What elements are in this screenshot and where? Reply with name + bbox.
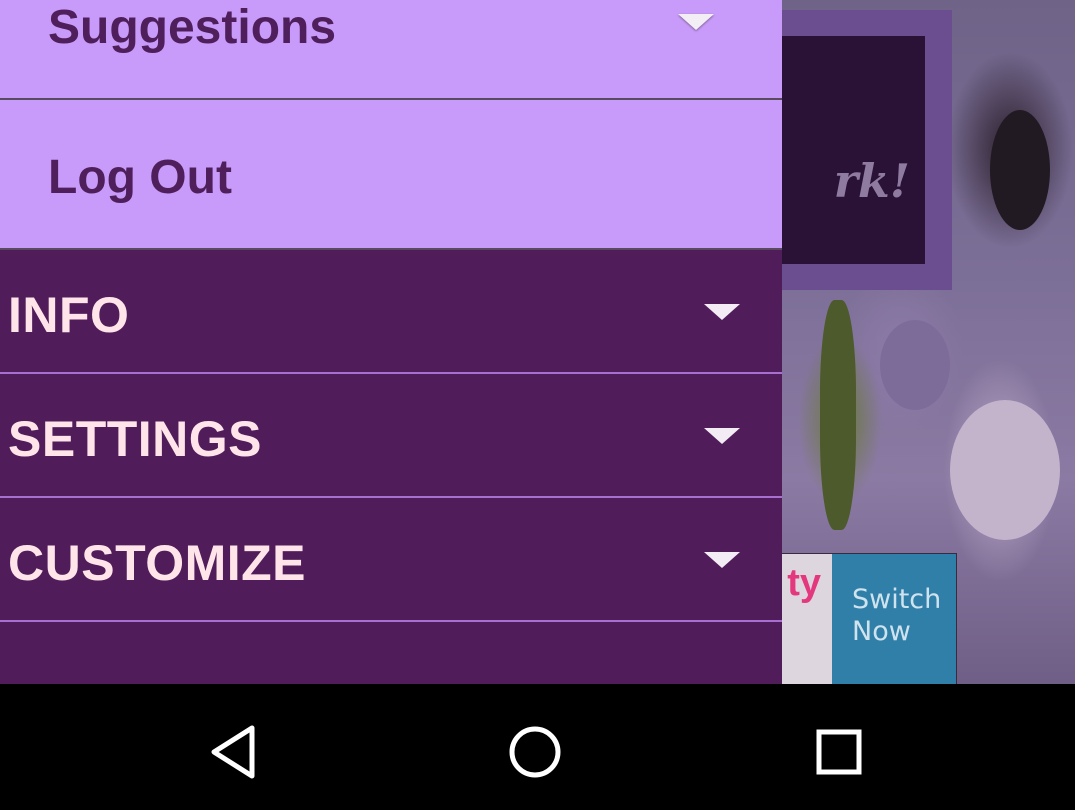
ad-button-label-line2: Now (852, 616, 911, 647)
ad-switch-now-button[interactable]: Switch Now (832, 554, 956, 684)
drawer-item-suggestions[interactable]: Suggestions (0, 0, 782, 98)
drawer-item-customize[interactable]: CUSTOMIZE (0, 498, 782, 620)
drawer-item-label: INFO (8, 287, 130, 343)
drawer-item-label: Log Out (48, 151, 232, 204)
chevron-down-icon (704, 428, 740, 444)
home-circle-icon[interactable] (505, 722, 565, 782)
background-foliage (880, 320, 950, 410)
system-navigation-bar (0, 684, 1075, 810)
ad-button-label-line1: Switch (852, 584, 942, 615)
background-foliage (820, 300, 856, 530)
recents-square-icon[interactable] (809, 722, 869, 782)
ad-button-label: Switch Now (852, 584, 952, 648)
back-triangle-icon[interactable] (204, 722, 264, 782)
ad-banner[interactable]: ty Switch Now (760, 553, 957, 684)
background-foliage (950, 400, 1060, 540)
drawer-item-partial[interactable] (0, 622, 782, 684)
background-card: rk! (760, 36, 925, 264)
drawer-item-log-out[interactable]: Log Out (0, 100, 782, 248)
drawer-item-settings[interactable]: SETTINGS (0, 374, 782, 496)
drawer-item-label: SETTINGS (8, 411, 263, 467)
background-foliage (990, 110, 1050, 230)
drawer-item-label: CUSTOMIZE (8, 535, 307, 591)
drawer-item-label: Suggestions (48, 1, 337, 54)
chevron-down-icon (678, 14, 714, 30)
chevron-down-icon (704, 552, 740, 568)
background-card-text: rk! (833, 154, 910, 208)
chevron-down-icon (704, 304, 740, 320)
drawer-item-info[interactable]: INFO (0, 250, 782, 372)
navigation-drawer: Suggestions Log Out INFO SETTINGS CUSTOM… (0, 0, 782, 684)
